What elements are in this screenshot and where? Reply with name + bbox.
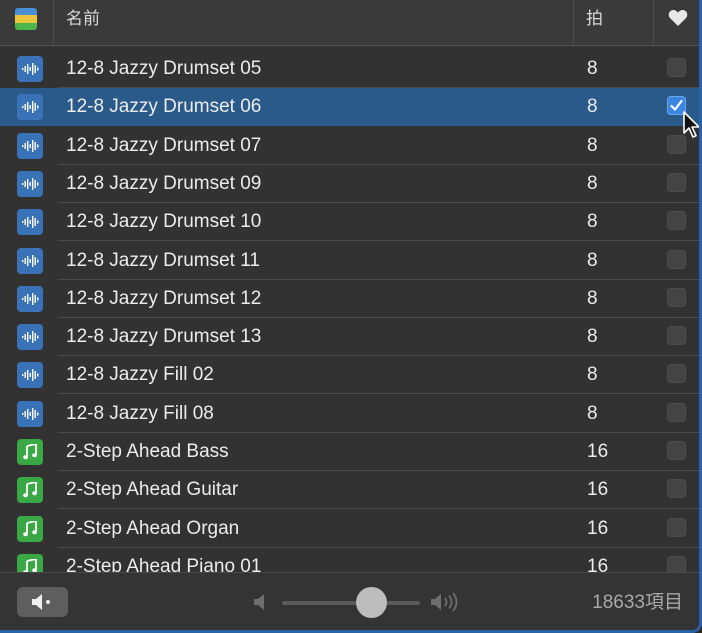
audio-waveform-icon [17, 362, 43, 389]
loop-name: 12-8 Jazzy Drumset 06 [66, 96, 262, 118]
midi-note-icon [17, 439, 43, 465]
audio-waveform-icon [17, 324, 43, 351]
list-item[interactable]: 12-8 Jazzy Drumset 12 8 [0, 280, 699, 318]
browser-footer: 18633項目 [0, 572, 699, 630]
audio-waveform-icon [17, 94, 43, 121]
loop-beats: 16 [587, 517, 609, 539]
midi-note-icon [17, 515, 43, 542]
favorite-checkbox[interactable] [667, 211, 686, 231]
loop-name: 12-8 Jazzy Fill 02 [66, 364, 214, 386]
list-item[interactable]: 12-8 Jazzy Drumset 07 8 [0, 127, 699, 165]
loop-beats: 8 [587, 326, 598, 348]
list-item[interactable]: 12-8 Jazzy Drumset 05 8 [0, 50, 699, 88]
favorite-checkbox[interactable] [667, 517, 686, 537]
mouse-cursor-icon [683, 111, 699, 138]
list-item[interactable]: 12-8 Jazzy Fill 02 8 [0, 356, 699, 395]
loop-name: 12-8 Jazzy Drumset 10 [66, 211, 262, 233]
loop-name: 2-Step Ahead Bass [66, 441, 229, 462]
favorite-checkbox[interactable] [667, 555, 686, 572]
audio-waveform-icon [17, 247, 43, 274]
preview-volume-button[interactable] [17, 587, 68, 617]
loop-name: 12-8 Jazzy Drumset 05 [66, 58, 262, 79]
loop-list: 12-8 Jazzy Drumset 05 8 12-8 Jazzy Drumset… [0, 50, 699, 572]
loop-beats: 8 [587, 287, 598, 309]
audio-waveform-icon [17, 400, 43, 427]
midi-note-icon [17, 477, 43, 504]
loop-name: 2-Step Ahead Guitar [66, 479, 239, 501]
volume-slider-thumb[interactable] [356, 587, 388, 618]
volume-slider[interactable] [282, 601, 420, 605]
favorite-checkbox[interactable] [667, 326, 686, 346]
loop-name: 12-8 Jazzy Drumset 09 [66, 172, 262, 194]
loop-beats: 8 [587, 134, 598, 156]
column-header-icon[interactable] [0, 0, 54, 45]
speaker-icon [31, 594, 50, 610]
favorite-checkbox[interactable] [667, 287, 686, 307]
loop-beats: 16 [587, 441, 609, 462]
color-stack-icon [15, 8, 37, 30]
favorite-checkbox[interactable] [667, 402, 686, 422]
column-header-beats[interactable]: 拍 [574, 0, 654, 45]
list-item[interactable]: 12-8 Jazzy Drumset 11 8 [0, 242, 699, 280]
list-item[interactable]: 2-Step Ahead Piano 01 16 [0, 548, 699, 572]
list-item[interactable]: 12-8 Jazzy Fill 08 8 [0, 395, 699, 433]
loop-name: 12-8 Jazzy Drumset 13 [66, 326, 262, 348]
list-item[interactable]: 2-Step Ahead Guitar 16 [0, 471, 699, 510]
audio-waveform-icon [17, 285, 43, 312]
column-header-favorite[interactable] [654, 0, 699, 45]
favorite-checkbox[interactable] [667, 441, 686, 460]
list-item[interactable]: 12-8 Jazzy Drumset 10 8 [0, 203, 699, 242]
loop-name: 12-8 Jazzy Drumset 12 [66, 287, 262, 309]
loop-beats: 8 [587, 364, 598, 386]
loop-name: 2-Step Ahead Piano 01 [66, 555, 262, 572]
loop-beats: 8 [587, 58, 598, 79]
loop-name: 12-8 Jazzy Drumset 07 [66, 134, 262, 156]
loop-name: 12-8 Jazzy Drumset 11 [66, 249, 260, 271]
favorite-checkbox[interactable] [667, 58, 686, 77]
loop-name: 12-8 Jazzy Fill 08 [66, 402, 214, 424]
loop-name: 2-Step Ahead Organ [66, 517, 240, 539]
favorite-checkbox[interactable] [667, 249, 686, 269]
favorite-checkbox[interactable] [667, 172, 686, 192]
audio-waveform-icon [17, 170, 43, 197]
audio-waveform-icon [17, 209, 43, 236]
audio-waveform-icon [17, 56, 43, 82]
loop-browser: 名前 拍 12-8 Jazzy Drumset 05 8 12-8 Jazzy Dr… [0, 0, 702, 633]
loop-beats: 8 [587, 172, 598, 194]
heart-icon [668, 9, 688, 26]
loop-beats: 16 [587, 479, 609, 501]
column-header: 名前 拍 [0, 0, 699, 46]
audio-waveform-icon [17, 132, 43, 159]
loop-beats: 8 [587, 96, 598, 118]
favorite-checkbox[interactable] [667, 364, 686, 384]
list-item[interactable]: 12-8 Jazzy Drumset 13 8 [0, 318, 699, 357]
midi-note-icon [17, 553, 43, 572]
loop-beats: 8 [587, 211, 598, 233]
loop-beats: 8 [587, 249, 598, 271]
item-count: 18633項目 [592, 592, 683, 613]
volume-low-icon [254, 594, 264, 610]
list-item[interactable]: 12-8 Jazzy Drumset 09 8 [0, 165, 699, 203]
column-header-name[interactable]: 名前 [54, 0, 574, 45]
list-item[interactable]: 2-Step Ahead Organ 16 [0, 510, 699, 548]
list-item[interactable]: 12-8 Jazzy Drumset 06 8 [0, 88, 699, 127]
favorite-checkbox[interactable] [667, 479, 686, 499]
volume-high-icon [431, 592, 458, 612]
loop-beats: 8 [587, 402, 598, 424]
loop-beats: 16 [587, 555, 609, 572]
list-item[interactable]: 2-Step Ahead Bass 16 [0, 433, 699, 471]
